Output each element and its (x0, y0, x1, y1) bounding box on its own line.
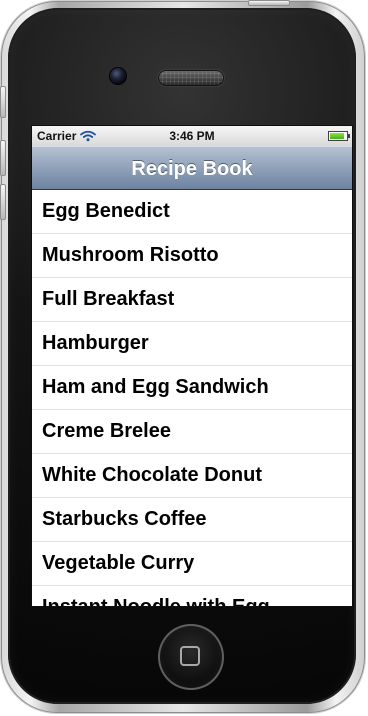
recipe-row-starbucks-coffee[interactable]: Starbucks Coffee (32, 498, 352, 542)
recipe-label: Hamburger (42, 332, 149, 354)
power-button (248, 0, 290, 6)
recipe-label: Mushroom Risotto (42, 244, 219, 266)
recipe-row-ham-and-egg-sandwich[interactable]: Ham and Egg Sandwich (32, 366, 352, 410)
recipe-label: Creme Brelee (42, 420, 171, 442)
recipe-label: Egg Benedict (42, 200, 170, 222)
recipe-row-mushroom-risotto[interactable]: Mushroom Risotto (32, 234, 352, 278)
recipe-label: White Chocolate Donut (42, 464, 262, 486)
page-title: Recipe Book (131, 158, 253, 180)
simulator-canvas: Carrier 3:46 PM Recipe Book Egg Benedict… (0, 0, 368, 716)
recipe-label: Vegetable Curry (42, 552, 195, 574)
recipe-table: Egg Benedict Mushroom Risotto Full Break… (32, 190, 352, 606)
mute-switch (0, 86, 6, 118)
device-screen: Carrier 3:46 PM Recipe Book Egg Benedict… (32, 126, 352, 606)
battery-icon (328, 131, 350, 141)
status-bar: Carrier 3:46 PM (32, 126, 352, 147)
home-button-icon (180, 646, 200, 666)
volume-up-button (0, 140, 6, 176)
recipe-list: Egg Benedict Mushroom Risotto Full Break… (32, 190, 352, 606)
navigation-bar: Recipe Book (32, 146, 352, 190)
recipe-label: Instant Noodle with Egg (42, 586, 270, 606)
recipe-label: Starbucks Coffee (42, 508, 207, 530)
recipe-row-creme-brelee[interactable]: Creme Brelee (32, 410, 352, 454)
front-camera-icon (110, 68, 126, 84)
recipe-row-egg-benedict[interactable]: Egg Benedict (32, 190, 352, 234)
recipe-row-hamburger[interactable]: Hamburger (32, 322, 352, 366)
battery-level-fill (330, 133, 345, 139)
status-time: 3:46 PM (169, 129, 215, 143)
battery-tip-icon (348, 134, 350, 138)
recipe-row-instant-noodle-with-egg[interactable]: Instant Noodle with Egg (32, 586, 352, 606)
earpiece-speaker (158, 70, 224, 86)
iphone-body: Carrier 3:46 PM Recipe Book Egg Benedict… (8, 8, 356, 704)
recipe-label: Ham and Egg Sandwich (42, 376, 269, 398)
home-button[interactable] (158, 624, 224, 690)
volume-down-button (0, 184, 6, 220)
recipe-row-full-breakfast[interactable]: Full Breakfast (32, 278, 352, 322)
recipe-row-white-chocolate-donut[interactable]: White Chocolate Donut (32, 454, 352, 498)
recipe-row-vegetable-curry[interactable]: Vegetable Curry (32, 542, 352, 586)
recipe-label: Full Breakfast (42, 288, 175, 310)
